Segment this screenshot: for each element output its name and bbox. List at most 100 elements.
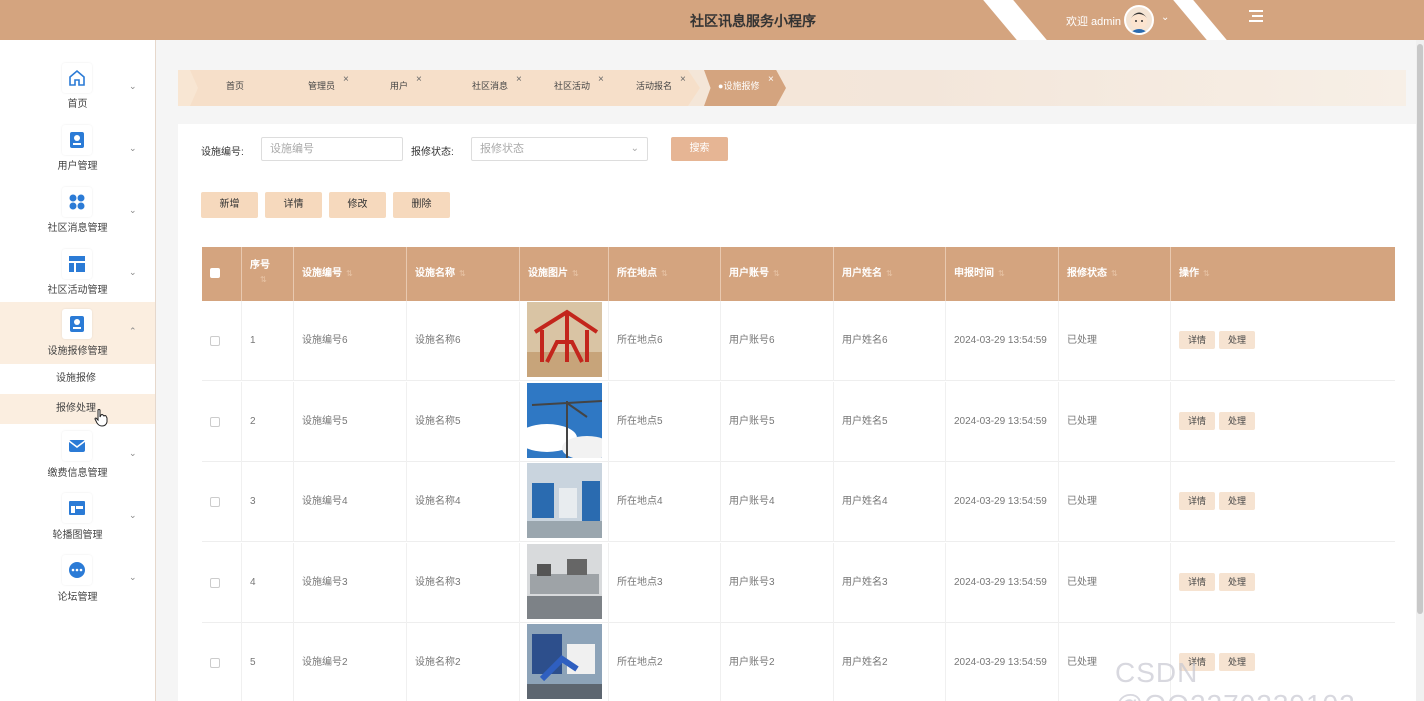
- row-checkbox[interactable]: [210, 577, 220, 588]
- column-header[interactable]: 用户账号 ⇅: [721, 247, 834, 301]
- sidebar: 首页 ⌄ 用户管理 ⌄ 社区消息管理 ⌄ 社区活动管理 ⌄ 设施报修管理 ⌃ 设…: [0, 40, 156, 701]
- close-icon[interactable]: ×: [768, 70, 774, 96]
- sidebar-subitem-repair[interactable]: 设施报修: [0, 364, 155, 394]
- sidebar-item-community-activity[interactable]: 社区活动管理 ⌄: [0, 234, 155, 296]
- sidebar-item-label: 缴费信息管理: [47, 468, 108, 479]
- row-handle-button[interactable]: 处理: [1219, 411, 1255, 430]
- facility-image[interactable]: [527, 302, 602, 377]
- row-checkbox[interactable]: [210, 658, 220, 668]
- close-icon[interactable]: ×: [416, 70, 422, 96]
- cell-uname: 用户姓名2: [834, 623, 946, 701]
- edit-button[interactable]: 修改: [329, 192, 386, 218]
- cell-account: 用户账号2: [721, 623, 834, 701]
- close-icon[interactable]: ×: [516, 70, 522, 96]
- chevron-down-icon: ⌄: [129, 81, 137, 91]
- sidebar-subitem-repair-handle[interactable]: 报修处理: [0, 394, 155, 424]
- menu-toggle-icon[interactable]: [1249, 10, 1263, 24]
- row-detail-button[interactable]: 详情: [1179, 492, 1215, 510]
- cell-place: 所在地点5: [609, 381, 721, 462]
- code-search-input[interactable]: 设施编号: [261, 137, 403, 161]
- cell-no: 3: [242, 462, 294, 542]
- sidebar-item-forum[interactable]: 论坛管理 ⌄: [0, 548, 155, 610]
- watermark: CSDN @QQ2279239102: [1115, 657, 1355, 701]
- row-checkbox[interactable]: [210, 336, 220, 346]
- search-button[interactable]: 搜索: [671, 137, 728, 161]
- sidebar-item-users[interactable]: 用户管理 ⌄: [0, 110, 155, 172]
- cell-code: 设施编号2: [294, 623, 407, 701]
- detail-button[interactable]: 详情: [265, 192, 322, 218]
- column-header[interactable]: 设施图片 ⇅: [520, 247, 609, 301]
- table-row[interactable]: 3 设施编号4 设施名称4 所在地点4 用户账号4 用户姓名4 2024-03-29 13:…: [202, 462, 1395, 542]
- facility-image[interactable]: [527, 382, 602, 458]
- cell-account: 用户账号5: [721, 381, 834, 462]
- column-header[interactable]: 申报时间 ⇅: [946, 247, 1059, 301]
- table-row[interactable]: 1 设施编号6 设施名称6 所在地点6 用户账号6 用户姓名6 2024-03-29 13:…: [202, 301, 1395, 381]
- column-header[interactable]: 序号 ⇅: [242, 247, 294, 301]
- cell-code: 设施编号3: [294, 542, 407, 623]
- cell-status: 已处理: [1059, 301, 1171, 381]
- avatar-face-icon: [1130, 12, 1148, 33]
- row-detail-button[interactable]: 详情: [1179, 411, 1215, 430]
- sidebar-item-label: 设施报修管理: [47, 346, 108, 357]
- facility-image-cell: [520, 542, 609, 623]
- column-header[interactable]: 设施编号 ⇅: [294, 247, 407, 301]
- column-header[interactable]: 所在地点 ⇅: [609, 247, 721, 301]
- row-handle-button[interactable]: 处理: [1219, 492, 1255, 510]
- column-header[interactable]: 用户姓名 ⇅: [834, 247, 946, 301]
- facility-image[interactable]: [527, 543, 602, 619]
- row-checkbox[interactable]: [210, 497, 220, 507]
- cell-name: 设施名称4: [407, 462, 520, 542]
- status-label: 报修状态:: [411, 147, 454, 158]
- table-row[interactable]: 4 设施编号3 设施名称3 所在地点3 用户账号3 用户姓名3 2024-03-29 13:…: [202, 542, 1395, 623]
- status-select[interactable]: 报修状态 ⌄: [471, 137, 648, 161]
- sidebar-item-repair[interactable]: 设施报修管理 ⌃: [0, 302, 155, 364]
- layout-icon: [62, 249, 92, 279]
- close-icon[interactable]: ×: [343, 70, 349, 96]
- grid-circles-icon: [62, 187, 92, 217]
- cell-name: 设施名称2: [407, 623, 520, 701]
- scrollbar-thumb[interactable]: [1417, 44, 1423, 614]
- window-icon: [62, 493, 92, 523]
- cell-time: 2024-03-29 13:54:59: [946, 542, 1059, 623]
- cell-name: 设施名称5: [407, 381, 520, 462]
- user-avatar[interactable]: [1124, 5, 1154, 35]
- tab-label: 活动报名: [636, 81, 673, 91]
- row-checkbox[interactable]: [210, 416, 220, 427]
- user-dropdown-chevron-icon[interactable]: ⌄: [1161, 12, 1169, 23]
- tab-facility-repair[interactable]: ●设施报修 ×: [704, 70, 786, 106]
- page-scrollbar[interactable]: [1416, 40, 1424, 701]
- user-card-icon: [62, 125, 92, 155]
- status-select-value: 报修状态: [480, 143, 524, 155]
- row-select-cell: [202, 462, 242, 542]
- delete-button[interactable]: 删除: [393, 192, 450, 218]
- table-row[interactable]: 2 设施编号5 设施名称5 所在地点5 用户账号5 用户姓名5 2024-03-29 13:…: [202, 381, 1395, 462]
- row-detail-button[interactable]: 详情: [1179, 572, 1215, 591]
- tab-label: 用户: [390, 81, 409, 91]
- cell-status: 已处理: [1059, 381, 1171, 462]
- tab-bar: 首页 管理员 × 用户 × 社区消息 × 社区活动 × 活动报名 × ●设施报修 ×: [178, 70, 1406, 106]
- tab-activity-signup[interactable]: 活动报名 ×: [600, 70, 700, 106]
- row-select-cell: [202, 381, 242, 462]
- add-button[interactable]: 新增: [201, 192, 258, 218]
- row-handle-button[interactable]: 处理: [1219, 572, 1255, 591]
- close-icon[interactable]: ×: [680, 70, 686, 96]
- sidebar-item-label: 首页: [67, 99, 88, 110]
- facility-image[interactable]: [527, 624, 602, 699]
- select-all-checkbox[interactable]: [210, 268, 220, 278]
- facility-image-cell: [520, 462, 609, 542]
- sidebar-item-payment[interactable]: 缴费信息管理 ⌄: [0, 424, 155, 486]
- column-header[interactable]: 设施名称 ⇅: [407, 247, 520, 301]
- operation-cell: 详情 处理: [1171, 301, 1395, 381]
- cell-uname: 用户姓名6: [834, 301, 946, 381]
- close-icon[interactable]: ×: [598, 70, 604, 96]
- sidebar-item-community-news[interactable]: 社区消息管理 ⌄: [0, 172, 155, 234]
- row-handle-button[interactable]: 处理: [1219, 331, 1255, 349]
- facility-image[interactable]: [527, 463, 602, 538]
- chevron-down-icon: ⌄: [129, 143, 137, 153]
- sidebar-item-carousel[interactable]: 轮播图管理 ⌄: [0, 486, 155, 548]
- cell-place: 所在地点3: [609, 542, 721, 623]
- row-detail-button[interactable]: 详情: [1179, 331, 1215, 349]
- column-header[interactable]: 报修状态 ⇅: [1059, 247, 1171, 301]
- sidebar-item-home[interactable]: 首页 ⌄: [0, 48, 155, 110]
- cell-place: 所在地点6: [609, 301, 721, 381]
